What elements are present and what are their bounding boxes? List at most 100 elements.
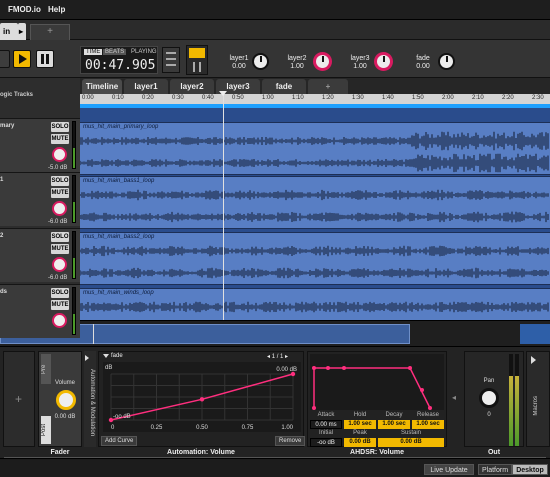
- ruler-tick: 0:40: [202, 95, 214, 101]
- ruler-tick: 2:10: [472, 95, 484, 101]
- expand-icon: [85, 355, 89, 361]
- initial-value[interactable]: -oo dB: [310, 438, 342, 447]
- solo-button[interactable]: SOLO: [51, 232, 69, 242]
- pause-icon: [41, 54, 49, 64]
- solo-button[interactable]: SOLO: [51, 288, 69, 298]
- track-header[interactable]: ds SOLO MUTE: [0, 284, 80, 338]
- list-view-icon: [189, 48, 205, 58]
- view-toggle[interactable]: [186, 45, 208, 75]
- attack-value[interactable]: 0.00 ms: [310, 420, 342, 429]
- pause-button[interactable]: [36, 50, 54, 68]
- page-next-icon[interactable]: ▸: [283, 354, 288, 360]
- release-label: Release: [416, 412, 439, 418]
- track-lane[interactable]: mus_hit_main_primary_loop: [80, 122, 550, 175]
- ruler-tick: 1:20: [322, 95, 334, 101]
- collapse-left-icon[interactable]: ◂: [452, 393, 460, 403]
- solo-button[interactable]: SOLO: [51, 176, 69, 186]
- overview-scroll-handle[interactable]: [520, 324, 550, 344]
- track-name: 1: [0, 177, 4, 183]
- loop-region-bar[interactable]: [80, 104, 550, 108]
- initial-label: Initial: [318, 430, 333, 436]
- automation-x-tick: 0.75: [242, 425, 254, 431]
- timeline-ruler[interactable]: 0:00 0:10 0:20 0:30 0:40 0:50 1:00 1:10 1:20 1:30…: [80, 94, 550, 104]
- play-button[interactable]: [13, 50, 31, 68]
- post-fader-tab[interactable]: Post: [41, 416, 51, 444]
- playhead[interactable]: [223, 92, 224, 320]
- automation-point[interactable]: [199, 397, 205, 402]
- automation-vertical-label: Automation & Modulation: [89, 369, 95, 437]
- track-meter: [72, 287, 76, 335]
- beats-mode-label[interactable]: BEATS: [103, 49, 127, 55]
- platform-select[interactable]: Desktop: [512, 464, 548, 475]
- param-layer2-value: 1.00: [290, 63, 304, 70]
- track-volume-knob[interactable]: [52, 257, 67, 272]
- time-mode-label[interactable]: TIME: [84, 49, 103, 55]
- macros-label: Macros: [533, 396, 539, 416]
- hold-value[interactable]: 1.00 sec: [344, 420, 376, 429]
- automation-graph[interactable]: dB 0.00 dB-oo dB0 0.25 0.50 0.75 1.00: [103, 362, 301, 432]
- track-volume-knob[interactable]: [52, 201, 67, 216]
- macros-expand-icon: [531, 356, 536, 364]
- peak-value[interactable]: 0.00 dB: [344, 438, 376, 447]
- track-header[interactable]: mary SOLO MUTE -5.0 dB: [0, 118, 80, 172]
- tab-add-button[interactable]: +: [308, 79, 348, 94]
- ruler-tick: 1:50: [412, 95, 424, 101]
- track-lane[interactable]: mus_hit_main_bass2_loop: [80, 232, 550, 285]
- doc-tab-close-icon[interactable]: ▸: [18, 23, 26, 40]
- param-fade-value: 0.00: [416, 63, 430, 70]
- solo-button[interactable]: SOLO: [51, 122, 69, 132]
- param-layer1-knob[interactable]: [252, 53, 269, 70]
- tab-layer1[interactable]: layer1: [124, 79, 168, 94]
- automation-x-tick: 1.00: [281, 425, 293, 431]
- decay-value[interactable]: 1.00 sec: [378, 420, 410, 429]
- mute-button[interactable]: MUTE: [51, 188, 69, 198]
- out-title: Out: [487, 449, 501, 456]
- param-fade-knob[interactable]: [438, 53, 455, 70]
- sustain-value[interactable]: 0.00 dB: [378, 438, 444, 447]
- ahdsr-graph[interactable]: [310, 354, 444, 410]
- menu-help[interactable]: Help: [48, 5, 65, 14]
- tab-fade[interactable]: fade: [262, 79, 306, 94]
- track-lanes: mus_hit_main_primary_loop mus_hit_main_ba…: [80, 104, 550, 341]
- ruler-tick: 2:30: [532, 95, 544, 101]
- tab-timeline[interactable]: Timeline: [82, 79, 122, 94]
- fader-module: Pre Post Volume 0.00 dB: [38, 351, 82, 447]
- automation-side-tab[interactable]: Automation & Modulation: [84, 351, 96, 447]
- doc-tab-label: in: [3, 27, 11, 36]
- fader-volume-knob[interactable]: [56, 390, 76, 410]
- playhead-marker-icon[interactable]: [219, 91, 227, 96]
- hold-label: Hold: [353, 412, 367, 418]
- mute-button[interactable]: MUTE: [51, 300, 69, 310]
- pan-knob[interactable]: [479, 388, 499, 408]
- ruler-tick: 1:40: [382, 95, 394, 101]
- fader-volume-label: Volume: [54, 380, 75, 386]
- stop-button[interactable]: [0, 50, 10, 68]
- add-tab-button[interactable]: +: [30, 24, 70, 40]
- macros-panel[interactable]: Macros: [526, 351, 550, 447]
- track-lane[interactable]: mus_hit_main_bass1_loop: [80, 176, 550, 229]
- tab-layer2[interactable]: layer2: [170, 79, 214, 94]
- track-volume-knob[interactable]: [52, 313, 67, 328]
- doc-tab-active[interactable]: in: [0, 23, 18, 40]
- live-update-button[interactable]: Live Update Off: [424, 464, 474, 475]
- add-curve-button[interactable]: Add Curve: [101, 436, 138, 446]
- param-dropdown-icon[interactable]: [103, 354, 109, 358]
- track-header[interactable]: 2 SOLO MUTE -6.0 dB: [0, 228, 80, 282]
- attack-label: Attack: [317, 412, 335, 418]
- waveform: [80, 245, 549, 279]
- ruler-tick: 1:10: [292, 95, 304, 101]
- param-layer3-knob[interactable]: [375, 53, 392, 70]
- remove-curve-button[interactable]: Remove: [275, 436, 306, 446]
- release-value[interactable]: 1.00 sec: [412, 420, 444, 429]
- automation-page[interactable]: ◂ 1 / 1 ▸: [267, 353, 288, 360]
- peak-label: Peak: [353, 430, 367, 436]
- insert-slot-left[interactable]: +: [3, 351, 35, 447]
- param-layer2-knob[interactable]: [314, 53, 331, 70]
- mute-button[interactable]: MUTE: [51, 134, 69, 144]
- track-header[interactable]: 1 SOLO MUTE -6.0 dB: [0, 172, 80, 226]
- mute-button[interactable]: MUTE: [51, 244, 69, 254]
- menu-app[interactable]: FMOD.io: [8, 5, 41, 14]
- menu-bar: FMOD.io Help: [0, 0, 550, 20]
- loop-controls[interactable]: [162, 47, 180, 73]
- track-volume-knob[interactable]: [52, 147, 67, 162]
